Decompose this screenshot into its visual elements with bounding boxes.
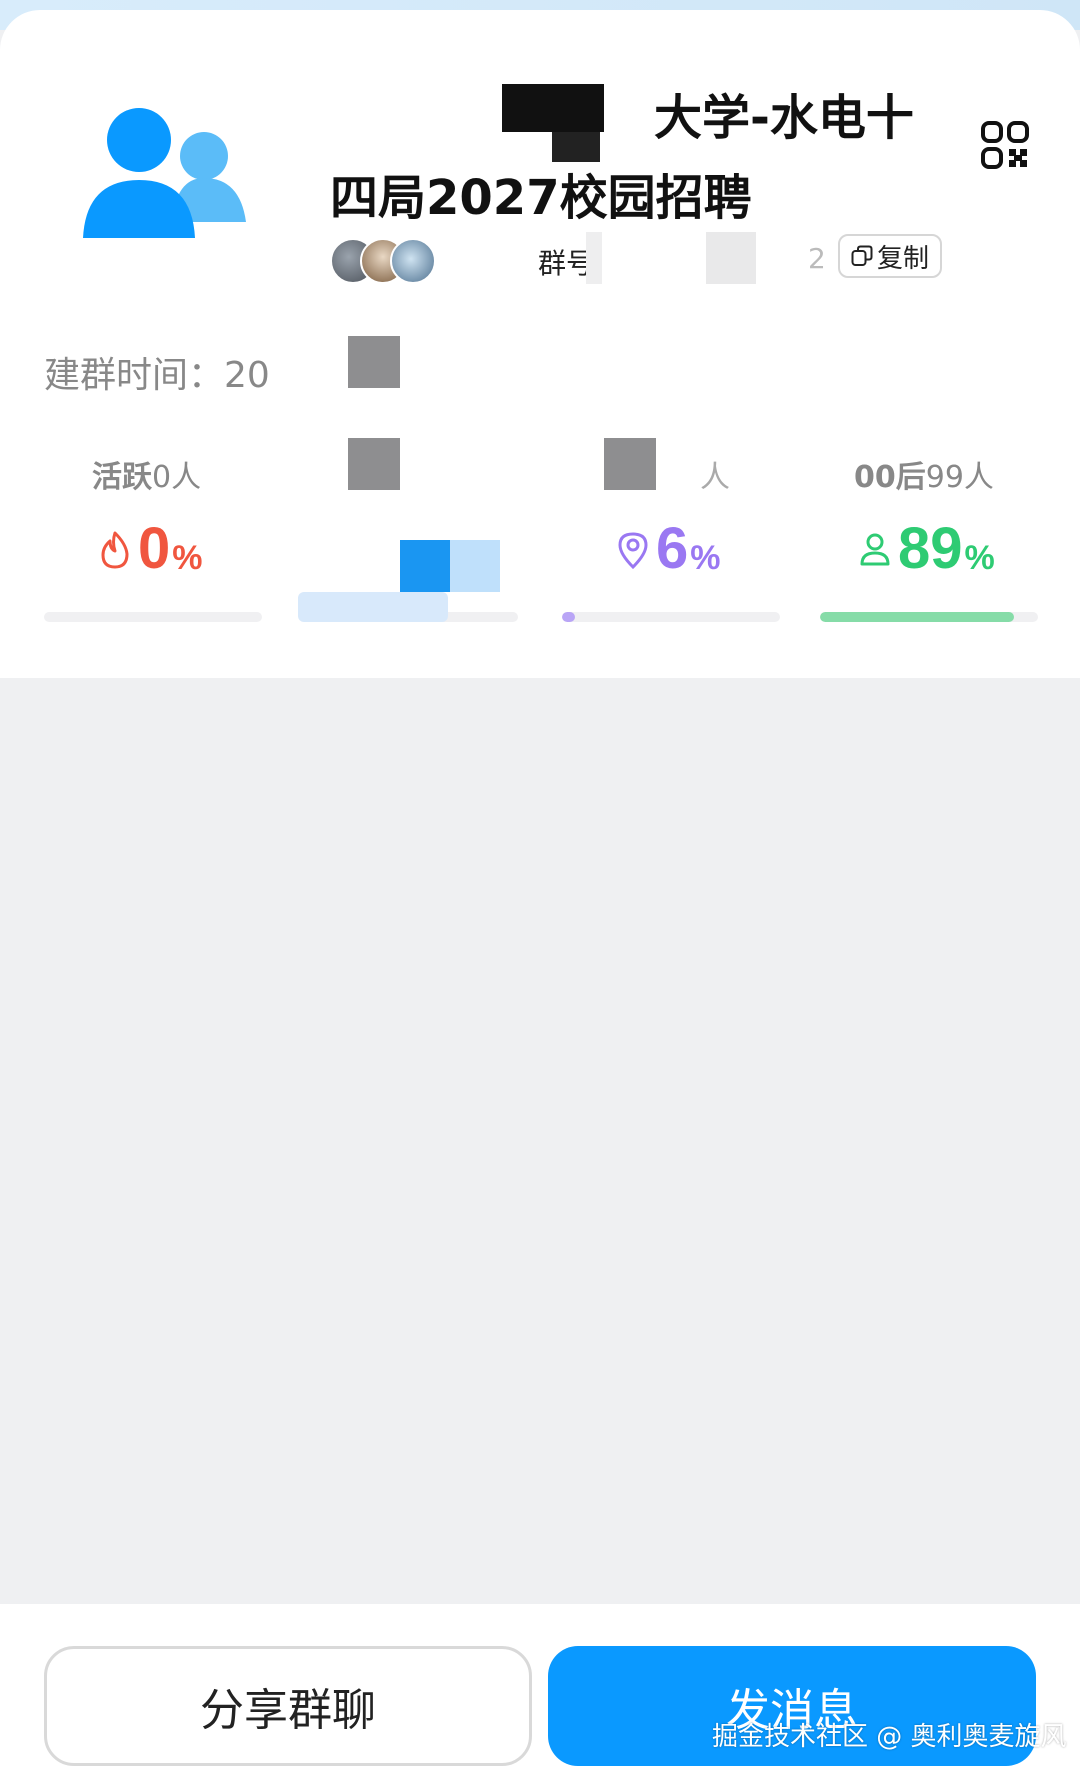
stat-active-value: 0% [98,520,203,578]
member-avatars[interactable] [330,238,450,284]
stat-location-number: 6 [656,516,689,581]
group-name-line1: 大学-水电十 [654,90,914,146]
stat-post00-title: 00后 [854,460,926,495]
stat-active-unit: % [172,539,203,577]
created-time: 建群时间：20 [44,355,270,396]
blurred-region [298,592,448,622]
watermark: 掘金技术社区 @ 奥利奥麦旋风 [712,1722,1067,1752]
copy-icon [851,245,873,266]
share-group-button[interactable]: 分享群聊 [44,1646,532,1766]
qr-code-icon[interactable] [980,120,1030,170]
group-number-tail: 2 [808,242,826,275]
stat-location-unit: % [690,539,721,577]
copy-button[interactable]: 复制 [838,234,942,278]
copy-label: 复制 [876,243,929,274]
stat-active-label: 活跃0人 [92,452,201,496]
avatar [390,238,436,284]
stat-location-bar [562,612,780,622]
blurred-region [400,540,450,592]
person-icon [860,533,890,566]
redacted-block [348,336,400,388]
stat-post00-unit: % [964,539,995,577]
location-pin-icon [618,532,648,570]
stat-location-bar-fill [562,612,576,622]
stat-active-number: 0 [138,516,171,581]
stat-active-bar [44,612,262,622]
stat-post00-count: 99人 [925,460,994,495]
group-name-line2: 四局2027校园招聘 [330,170,752,226]
stat-post00-bar [820,612,1038,622]
redacted-block [706,232,756,284]
redacted-block [502,84,604,132]
stat-post00-number: 89 [898,516,963,581]
stat-post00-bar-fill [820,612,1015,622]
stat-active-count: 0人 [152,460,202,495]
fire-icon [101,531,129,569]
redacted-block [604,438,656,490]
redacted-block [586,232,602,284]
stat-post00-value: 89% [858,520,995,578]
stat-location-label: 人 [700,452,730,496]
stat-post00-label: 00后99人 [854,452,994,496]
group-name: 大学-水电十 四局2027校园招聘 [330,78,950,238]
redacted-block [552,132,600,162]
blurred-region [450,540,500,592]
stat-location-value: 6% [616,520,721,578]
group-users-icon [83,108,246,238]
stat-active-title: 活跃 [92,460,152,495]
stat-location-count: 人 [700,460,730,495]
redacted-block [348,438,400,490]
